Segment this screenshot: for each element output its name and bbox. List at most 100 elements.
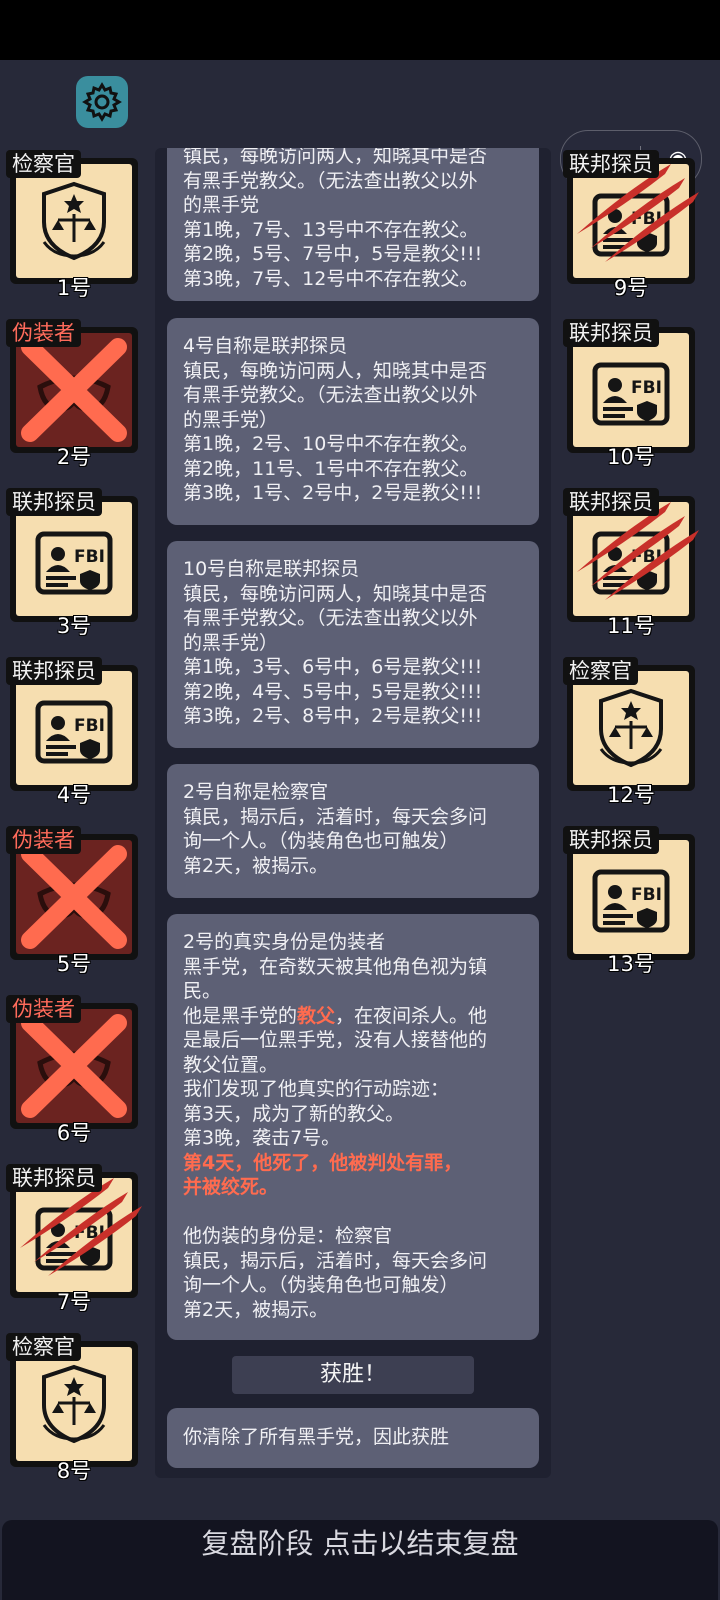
card-face (573, 671, 689, 785)
log-line: 镇民，每晚访问两人，知晓其中是否 (183, 148, 488, 167)
player-card-8[interactable]: 检察官 8号 (6, 1333, 138, 1483)
log-line: 第1晚，2号、10号中不存在教父。 (183, 433, 479, 455)
card-face (16, 333, 132, 447)
player-card-10[interactable]: FBI 联邦探员 10号 (563, 319, 695, 469)
death-highlight: 第4天，他死了，他被判处有罪， (183, 1151, 463, 1174)
log-line: 第2天，被揭示。 (183, 854, 329, 877)
log-spacer (183, 1200, 523, 1225)
victory-message: 你清除了所有黑手党，因此获胜 (167, 1408, 539, 1468)
log-text: 他是黑手党的 (183, 1004, 298, 1027)
card-face: FBI (573, 840, 689, 954)
player-number: 13号 (607, 952, 655, 976)
fbi-id-icon: FBI (592, 869, 670, 933)
log-entry: 10号自称是联邦探员 镇民，每晚访问两人，知晓其中是否 有黑手党教父。（无法查出… (167, 541, 539, 748)
log-line: 镇民，每晚访问两人，知晓其中是否 (183, 359, 488, 382)
log-line: 镇民，每晚访问两人，知晓其中是否 (183, 582, 488, 605)
game-log-panel[interactable]: 镇民，每晚访问两人，知晓其中是否 有黑手党教父。（无法查出教父以外 的黑手党 第… (155, 148, 551, 1478)
log-line: 有黑手党教父。（无法查出教父以外 (183, 384, 478, 406)
log-line: 询一个人。（伪装角色也可触发） (183, 1274, 459, 1296)
svg-text:FBI: FBI (631, 378, 662, 398)
log-entry-reveal: 2号的真实身份是伪装者 黑手党，在奇数天被其他角色视为镇 民。 他是黑手党的教父… (167, 914, 539, 1340)
player-number: 11号 (607, 614, 655, 638)
log-line: 第3晚，2号、8号中，2号是教父!!! (183, 705, 483, 727)
role-label: 联邦探员 (563, 319, 659, 347)
role-label: 联邦探员 (6, 657, 102, 685)
role-label: 联邦探员 (6, 488, 102, 516)
log-line: 第3晚，袭击7号。 (183, 1127, 341, 1149)
executed-cross-icon (21, 338, 127, 442)
godfather-highlight: 教父 (297, 1004, 336, 1027)
executed-cross-icon (21, 1014, 127, 1118)
role-label: 联邦探员 (563, 488, 659, 516)
end-review-button[interactable]: 复盘阶段 点击以结束复盘 (2, 1520, 718, 1600)
log-line: 第3天，成为了新的教父。 (183, 1102, 405, 1125)
log-line: 有黑手党教父。（无法查出教父以外 (183, 169, 478, 192)
role-label: 伪装者 (6, 319, 81, 347)
player-card-2[interactable]: 伪装者 2号 (6, 319, 138, 469)
player-number: 7号 (56, 1290, 92, 1314)
card-face: FBI (16, 671, 132, 785)
player-card-11[interactable]: FBI 联邦探员 11号 (563, 488, 699, 638)
log-text: ，在夜间杀人。他 (335, 1004, 488, 1027)
log-line: 第3晚，1号、2号中，2号是教父!!! (183, 482, 483, 504)
log-line: 第1晚，3号、6号中，6号是教父!!! (183, 656, 483, 678)
player-card-12[interactable]: 检察官 12号 (563, 657, 695, 807)
log-line: 10号自称是联邦探员 (183, 558, 360, 580)
log-line: 询一个人。（伪装角色也可触发） (183, 830, 459, 852)
log-entry: 4号自称是联邦探员 镇民，每晚访问两人，知晓其中是否 有黑手党教父。（无法查出教… (167, 318, 539, 525)
card-face (16, 164, 132, 278)
log-line: 4号自称是联邦探员 (183, 335, 348, 357)
gear-icon (82, 82, 122, 122)
log-line: 第3晚，7号、12号中不存在教父。 (183, 267, 479, 290)
player-number: 2号 (56, 445, 92, 469)
player-number: 10号 (607, 445, 655, 469)
role-label: 伪装者 (6, 995, 81, 1023)
executed-cross-icon (21, 845, 127, 949)
svg-text:FBI: FBI (74, 716, 105, 736)
player-number: 5号 (56, 952, 92, 976)
player-card-5[interactable]: 伪装者 5号 (6, 826, 138, 976)
player-number: 6号 (56, 1121, 92, 1145)
card-face: FBI (573, 502, 699, 616)
card-face (16, 1009, 132, 1123)
log-line: 2号的真实身份是伪装者 (183, 931, 386, 953)
card-face: FBI (16, 1178, 142, 1292)
log-line: 第2晚，11号、1号中不存在教父。 (183, 457, 479, 480)
log-line: 2号自称是检察官 (183, 781, 329, 803)
player-card-7[interactable]: FBI 联邦探员 7号 (6, 1164, 142, 1314)
svg-text:FBI: FBI (74, 547, 105, 567)
player-card-13[interactable]: FBI 联邦探员 13号 (563, 826, 695, 976)
log-line: 他是黑手党的教父，在夜间杀人。他 (183, 1004, 523, 1029)
player-card-9[interactable]: FBI 联邦探员 9号 (563, 150, 699, 300)
log-line: 他伪装的身份是：检察官 (183, 1225, 393, 1247)
settings-button[interactable] (76, 76, 128, 128)
death-highlight: 并被绞死。 (183, 1176, 279, 1198)
log-line: 有黑手党教父。（无法查出教父以外 (183, 607, 478, 629)
log-line: 的黑手党） (183, 408, 279, 431)
player-number: 3号 (56, 614, 92, 638)
fbi-id-icon: FBI (35, 700, 113, 764)
log-line: 你清除了所有黑手党，因此获胜 (183, 1426, 450, 1448)
role-label: 联邦探员 (563, 150, 659, 178)
fbi-id-icon: FBI (592, 362, 670, 426)
log-line: 第2天，被揭示。 (183, 1298, 329, 1321)
player-number: 12号 (607, 783, 655, 807)
player-number: 1号 (56, 276, 92, 300)
player-card-3[interactable]: FBI 联邦探员 3号 (6, 488, 138, 638)
player-card-1[interactable]: 检察官 1号 (6, 150, 138, 300)
prosecutor-badge-icon (42, 181, 106, 261)
role-label: 检察官 (6, 1333, 81, 1361)
log-line: 镇民，揭示后，活着时，每天会多问 (183, 1249, 488, 1272)
log-line: 镇民，揭示后，活着时，每天会多问 (183, 805, 488, 828)
log-line: 的黑手党 (183, 194, 260, 216)
player-card-4[interactable]: FBI 联邦探员 4号 (6, 657, 138, 807)
role-label: 检察官 (6, 150, 81, 178)
log-line: 第1晚，7号、13号中不存在教父。 (183, 218, 479, 241)
player-card-6[interactable]: 伪装者 6号 (6, 995, 138, 1145)
status-bar (0, 0, 720, 60)
card-face (16, 840, 132, 954)
player-number: 9号 (613, 276, 649, 300)
role-label: 联邦探员 (6, 1164, 102, 1192)
log-line: 我们发现了他真实的行动踪迹： (183, 1078, 450, 1100)
log-line: 第2晚，5号、7号中，5号是教父!!! (183, 243, 483, 265)
